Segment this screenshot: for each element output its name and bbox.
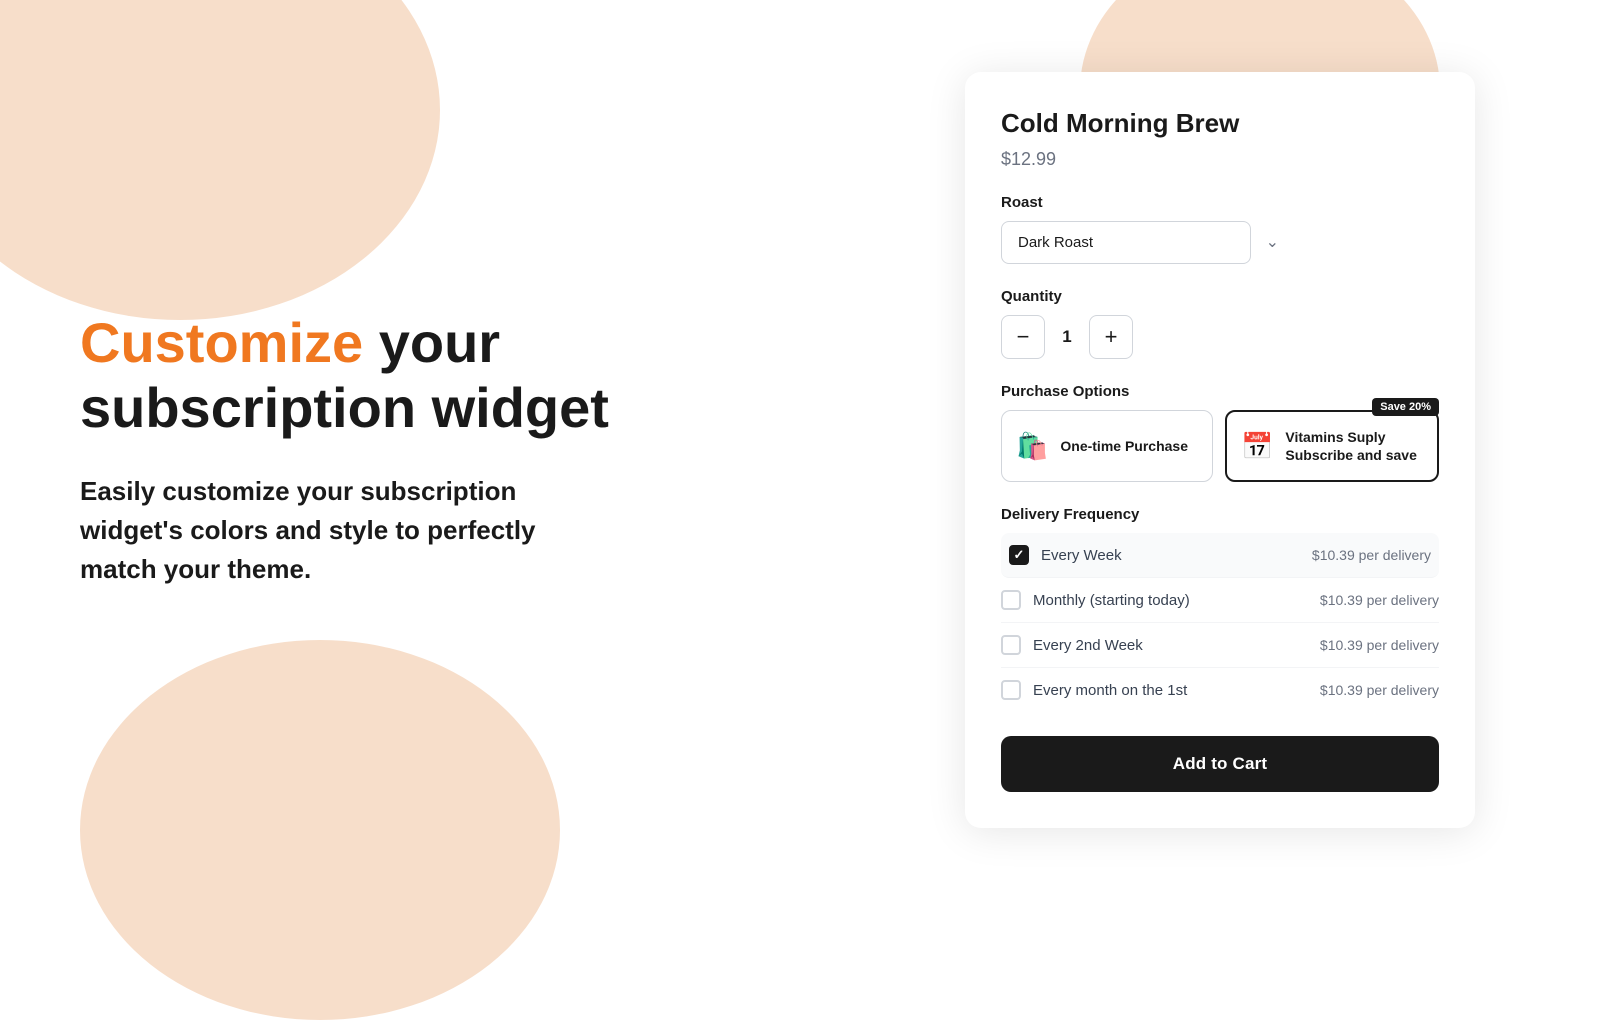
delivery-label-every-2nd-week: Every 2nd Week — [1033, 637, 1320, 654]
product-price: $12.99 — [1001, 149, 1439, 170]
roast-select[interactable]: Dark Roast Medium Roast Light Roast — [1001, 221, 1251, 264]
product-title: Cold Morning Brew — [1001, 108, 1439, 139]
delivery-checkbox-every-month-1st[interactable] — [1001, 680, 1021, 700]
chevron-down-icon: ⌄ — [1266, 232, 1279, 252]
delivery-price-every-2nd-week: $10.39 per delivery — [1320, 637, 1439, 653]
quantity-row: − 1 + — [1001, 315, 1439, 359]
subscribe-save-option[interactable]: Save 20% 📅 Vitamins SuplySubscribe and s… — [1225, 410, 1439, 482]
delivery-checkbox-every-2nd-week[interactable] — [1001, 635, 1021, 655]
product-card: Cold Morning Brew $12.99 Roast Dark Roas… — [965, 72, 1475, 828]
quantity-increment-button[interactable]: + — [1089, 315, 1133, 359]
delivery-label-every-month-1st: Every month on the 1st — [1033, 682, 1320, 699]
delivery-option-every-week[interactable]: ✓ Every Week $10.39 per delivery — [1001, 533, 1439, 578]
headline: Customize yoursubscription widget — [80, 311, 609, 440]
purchase-options-row: 🛍️ One-time Purchase Save 20% 📅 Vitamins… — [1001, 410, 1439, 482]
delivery-checkbox-every-week[interactable]: ✓ — [1009, 545, 1029, 565]
one-time-purchase-option[interactable]: 🛍️ One-time Purchase — [1001, 410, 1213, 482]
quantity-label: Quantity — [1001, 288, 1439, 305]
headline-orange: Customize — [80, 311, 363, 374]
delivery-frequency-section: Delivery Frequency ✓ Every Week $10.39 p… — [1001, 506, 1439, 712]
quantity-value: 1 — [1057, 327, 1077, 347]
purchase-options-label: Purchase Options — [1001, 383, 1439, 400]
delivery-option-every-month-1st[interactable]: Every month on the 1st $10.39 per delive… — [1001, 668, 1439, 712]
checkmark-icon: ✓ — [1014, 547, 1025, 563]
delivery-label-every-week: Every Week — [1041, 547, 1312, 564]
delivery-option-every-2nd-week[interactable]: Every 2nd Week $10.39 per delivery — [1001, 623, 1439, 668]
save-badge: Save 20% — [1372, 398, 1439, 416]
delivery-label-monthly: Monthly (starting today) — [1033, 592, 1320, 609]
delivery-frequency-label: Delivery Frequency — [1001, 506, 1439, 523]
roast-select-wrapper: Dark Roast Medium Roast Light Roast ⌄ — [1001, 221, 1439, 264]
delivery-price-every-month-1st: $10.39 per delivery — [1320, 682, 1439, 698]
delivery-price-every-week: $10.39 per delivery — [1312, 547, 1431, 563]
delivery-price-monthly: $10.39 per delivery — [1320, 592, 1439, 608]
subscribe-save-label: Vitamins SuplySubscribe and save — [1285, 428, 1417, 464]
delivery-checkbox-monthly[interactable] — [1001, 590, 1021, 610]
left-panel: Customize yoursubscription widget Easily… — [0, 0, 860, 900]
subtext: Easily customize your subscriptionwidget… — [80, 472, 609, 589]
right-panel: Cold Morning Brew $12.99 Roast Dark Roas… — [840, 0, 1600, 900]
one-time-purchase-label: One-time Purchase — [1060, 437, 1188, 455]
shopping-bag-icon: 🛍️ — [1016, 431, 1048, 462]
quantity-decrement-button[interactable]: − — [1001, 315, 1045, 359]
roast-label: Roast — [1001, 194, 1439, 211]
add-to-cart-button[interactable]: Add to Cart — [1001, 736, 1439, 792]
delivery-option-monthly[interactable]: Monthly (starting today) $10.39 per deli… — [1001, 578, 1439, 623]
left-content: Customize yoursubscription widget Easily… — [80, 311, 609, 589]
calendar-icon: 📅 — [1241, 431, 1273, 462]
